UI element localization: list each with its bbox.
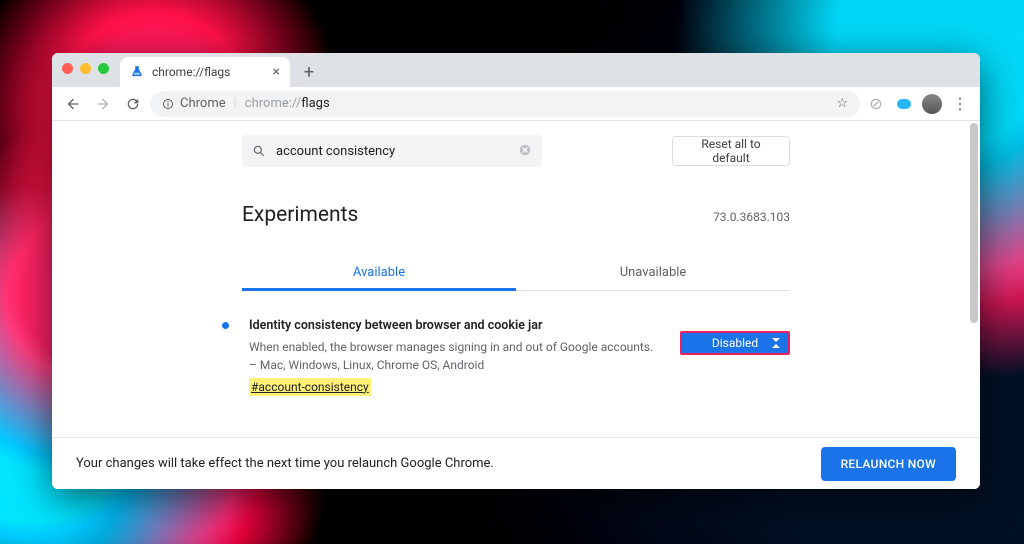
info-icon bbox=[162, 98, 174, 110]
scrollbar[interactable] bbox=[970, 123, 978, 323]
flag-dropdown[interactable]: Disabled bbox=[680, 331, 790, 355]
reload-button[interactable] bbox=[120, 91, 146, 117]
page-title: Experiments bbox=[242, 203, 358, 227]
flask-icon bbox=[130, 65, 144, 79]
close-window-button[interactable] bbox=[62, 63, 73, 74]
flag-description: When enabled, the browser manages signin… bbox=[249, 338, 660, 374]
close-tab-icon[interactable]: × bbox=[273, 65, 280, 79]
tab-strip: chrome://flags × + bbox=[52, 53, 980, 87]
maximize-window-button[interactable] bbox=[98, 63, 109, 74]
flag-title: Identity consistency between browser and… bbox=[249, 317, 660, 336]
menu-button[interactable]: ⋮ bbox=[948, 92, 972, 116]
relaunch-button[interactable]: RELAUNCH NOW bbox=[821, 447, 956, 481]
forward-button[interactable] bbox=[90, 91, 116, 117]
clear-search-icon[interactable] bbox=[518, 142, 532, 161]
footer-message: Your changes will take effect the next t… bbox=[76, 456, 494, 471]
relaunch-footer: Your changes will take effect the next t… bbox=[52, 437, 980, 489]
reset-button[interactable]: Reset all to default bbox=[672, 136, 790, 166]
flag-hash-link[interactable]: #account-consistency bbox=[249, 378, 371, 396]
back-button[interactable] bbox=[60, 91, 86, 117]
tab-available[interactable]: Available bbox=[242, 255, 516, 290]
minimize-window-button[interactable] bbox=[80, 63, 91, 74]
url-text: chrome://flags bbox=[245, 96, 330, 111]
search-input[interactable] bbox=[276, 144, 508, 159]
dropdown-value: Disabled bbox=[712, 336, 758, 350]
extension-cloud-icon[interactable] bbox=[892, 92, 916, 116]
browser-window: chrome://flags × + Chrome | chrome://fla… bbox=[52, 53, 980, 489]
page-content: Reset all to default Experiments 73.0.36… bbox=[52, 121, 980, 489]
browser-tab[interactable]: chrome://flags × bbox=[120, 57, 290, 87]
flag-item: Identity consistency between browser and… bbox=[222, 317, 790, 396]
modified-indicator-icon bbox=[222, 322, 229, 329]
toolbar: Chrome | chrome://flags ☆ ⊘ ⋮ bbox=[52, 87, 980, 121]
window-controls bbox=[62, 63, 109, 74]
security-chip: Chrome bbox=[162, 96, 226, 111]
tabs: Available Unavailable bbox=[242, 255, 790, 291]
extension-eye-icon[interactable]: ⊘ bbox=[864, 92, 888, 116]
flag-search-box[interactable] bbox=[242, 135, 542, 167]
search-icon bbox=[252, 144, 266, 158]
security-label: Chrome bbox=[180, 96, 226, 111]
tab-title: chrome://flags bbox=[152, 65, 230, 79]
version-label: 73.0.3683.103 bbox=[713, 210, 790, 224]
bookmark-star-icon[interactable]: ☆ bbox=[836, 96, 848, 111]
tab-unavailable[interactable]: Unavailable bbox=[516, 255, 790, 290]
new-tab-button[interactable]: + bbox=[296, 59, 322, 85]
address-bar[interactable]: Chrome | chrome://flags ☆ bbox=[150, 91, 860, 117]
profile-avatar[interactable] bbox=[920, 92, 944, 116]
